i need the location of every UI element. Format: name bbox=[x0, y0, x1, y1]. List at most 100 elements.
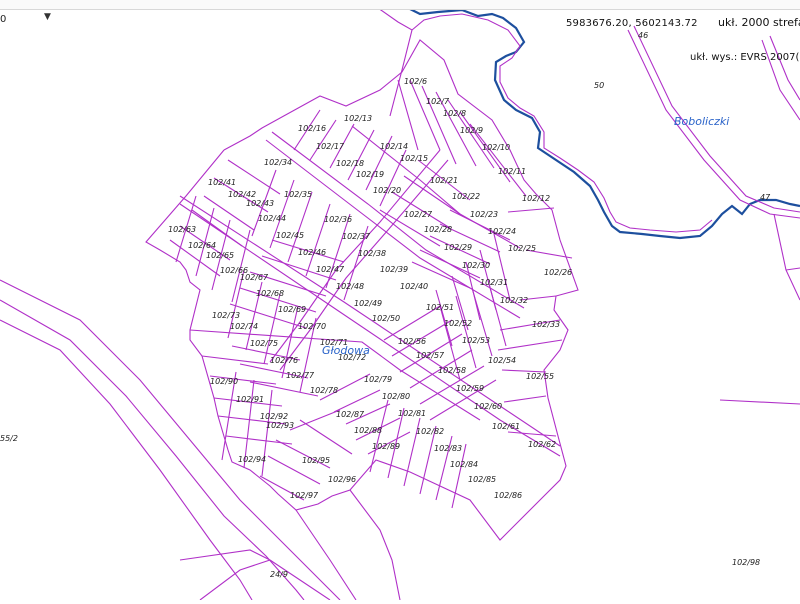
place-label-glodowa: Głodowa bbox=[322, 344, 370, 357]
parcel-label: 102/42 bbox=[228, 190, 256, 199]
parcel-label: 102/44 bbox=[258, 214, 286, 223]
parcel-label: 102/83 bbox=[434, 444, 462, 453]
parcel-label: 102/88 bbox=[354, 426, 382, 435]
road-edge bbox=[0, 319, 253, 601]
parcel-label: 102/36 bbox=[324, 215, 352, 224]
parcel-label: 102/50 bbox=[372, 314, 400, 323]
parcel-label: 102/80 bbox=[382, 392, 410, 401]
parcel-label: 102/31 bbox=[480, 278, 508, 287]
map-canvas[interactable]: 102/6 102/7 102/8 102/9 102/10 102/11 10… bbox=[0, 0, 800, 601]
parcel-label: 102/29 bbox=[444, 243, 472, 252]
parcel-label: 102/60 bbox=[474, 402, 502, 411]
parcel-label: 102/12 bbox=[522, 194, 550, 203]
parcel-label: 102/45 bbox=[276, 231, 304, 240]
parcel-label: 102/14 bbox=[380, 142, 408, 151]
street-edge bbox=[269, 149, 441, 363]
parcel-label: 102/22 bbox=[452, 192, 480, 201]
parcel-label: 102/10 bbox=[482, 143, 510, 152]
parcel-label: 102/68 bbox=[256, 289, 284, 298]
parcel-label: 102/40 bbox=[400, 282, 428, 291]
parcel-boundary bbox=[719, 399, 800, 405]
parcel-label: 102/33 bbox=[532, 320, 560, 329]
parcel-boundary bbox=[179, 549, 331, 601]
parcel-label: 102/82 bbox=[416, 427, 444, 436]
parcel-label: 102/37 bbox=[342, 232, 371, 241]
parcel-label: 102/24 bbox=[488, 227, 516, 236]
parcel-boundary bbox=[785, 267, 800, 271]
parcel-label: 102/97 bbox=[290, 491, 319, 500]
parcel-label: 102/81 bbox=[398, 409, 426, 418]
parcel-grid bbox=[169, 79, 573, 509]
parcel-label: 102/56 bbox=[398, 337, 426, 346]
parcel-label: 102/87 bbox=[336, 410, 365, 419]
parcel-label: 102/30 bbox=[462, 261, 490, 270]
parcel-label: 102/89 bbox=[372, 442, 400, 451]
parcel-label: 102/79 bbox=[364, 375, 392, 384]
parcel-label: 102/74 bbox=[230, 322, 258, 331]
parcel-label: 102/6 bbox=[404, 77, 427, 86]
parcel-label: 102/49 bbox=[354, 299, 382, 308]
parcel-label: 102/7 bbox=[426, 97, 450, 106]
parcel-label: 102/86 bbox=[494, 491, 522, 500]
parcel-label: 102/67 bbox=[240, 273, 269, 282]
parcel-label: 102/27 bbox=[404, 210, 433, 219]
top-toolbar bbox=[0, 0, 800, 10]
parcel-label: 102/13 bbox=[344, 114, 372, 123]
parcel-label: 102/19 bbox=[356, 170, 384, 179]
parcel-label: 102/41 bbox=[208, 178, 236, 187]
parcel-label: 102/18 bbox=[336, 159, 364, 168]
parcel-label: 102/52 bbox=[444, 319, 472, 328]
chevron-down-icon[interactable]: ▼ bbox=[44, 12, 51, 22]
parcel-label: 24/9 bbox=[270, 570, 288, 579]
road-boundary bbox=[769, 35, 800, 101]
parcel-label: 102/95 bbox=[302, 456, 330, 465]
parcel-label: 102/47 bbox=[316, 265, 345, 274]
parcel-label: 102/20 bbox=[373, 186, 401, 195]
parcel-label: 102/85 bbox=[468, 475, 496, 484]
parcel-label: 102/54 bbox=[488, 356, 516, 365]
parcel-label: 102/96 bbox=[328, 475, 356, 484]
river-line bbox=[407, 7, 800, 240]
parcel-label: 102/23 bbox=[470, 210, 498, 219]
parcel-label: 102/8 bbox=[443, 109, 466, 118]
parcel-label: 102/51 bbox=[426, 303, 454, 312]
street-edge bbox=[265, 139, 521, 319]
scale-select-value[interactable]: 0 bbox=[0, 14, 6, 25]
parcel-label: 102/35 bbox=[284, 190, 312, 199]
parcel-label: 102/16 bbox=[298, 124, 326, 133]
parcel-label: 102/15 bbox=[400, 154, 428, 163]
parcel-label: 102/21 bbox=[430, 176, 458, 185]
parcel-label: 102/48 bbox=[336, 282, 364, 291]
parcel-label: 50 bbox=[594, 81, 604, 90]
parcel-label: 102/25 bbox=[508, 244, 536, 253]
parcel-label: 102/65 bbox=[206, 251, 234, 260]
parcel-label: 102/73 bbox=[212, 311, 240, 320]
parcel-label: 102/58 bbox=[438, 366, 466, 375]
coordinate-system-label: ukł. 2000 strefa 5 ( bbox=[718, 16, 800, 29]
parcel-label: 102/53 bbox=[462, 336, 490, 345]
parcel-label: 102/94 bbox=[238, 455, 266, 464]
parcel-label: 102/69 bbox=[278, 305, 306, 314]
parcel-label: 102/63 bbox=[168, 225, 196, 234]
parcel-label: 102/34 bbox=[264, 158, 292, 167]
parcel-label: 102/93 bbox=[266, 421, 294, 430]
place-label-boboliczki: Boboliczki bbox=[674, 115, 729, 128]
parcel-label: 102/75 bbox=[250, 339, 278, 348]
parcel-label: 102/70 bbox=[298, 322, 326, 331]
parcel-boundary bbox=[349, 489, 401, 601]
parcel-label: 102/28 bbox=[424, 225, 452, 234]
parcel-label: 102/78 bbox=[310, 386, 338, 395]
parcel-label: 102/76 bbox=[270, 356, 298, 365]
parcel-label: 102/84 bbox=[450, 460, 478, 469]
parcel-label: 47 bbox=[760, 193, 771, 202]
parcel-label: 102/62 bbox=[528, 440, 556, 449]
parcel-boundary bbox=[199, 559, 271, 601]
parcel-label: 102/92 bbox=[260, 412, 288, 421]
parcel-label: 102/98 bbox=[732, 558, 760, 567]
parcel-label: 102/39 bbox=[380, 265, 408, 274]
parcel-label: 102/38 bbox=[358, 249, 386, 258]
parcel-label: 102/11 bbox=[498, 167, 526, 176]
parcel-label: 102/46 bbox=[298, 248, 326, 257]
parcel-label: 102/64 bbox=[188, 241, 216, 250]
parcel-label: 102/61 bbox=[492, 422, 520, 431]
